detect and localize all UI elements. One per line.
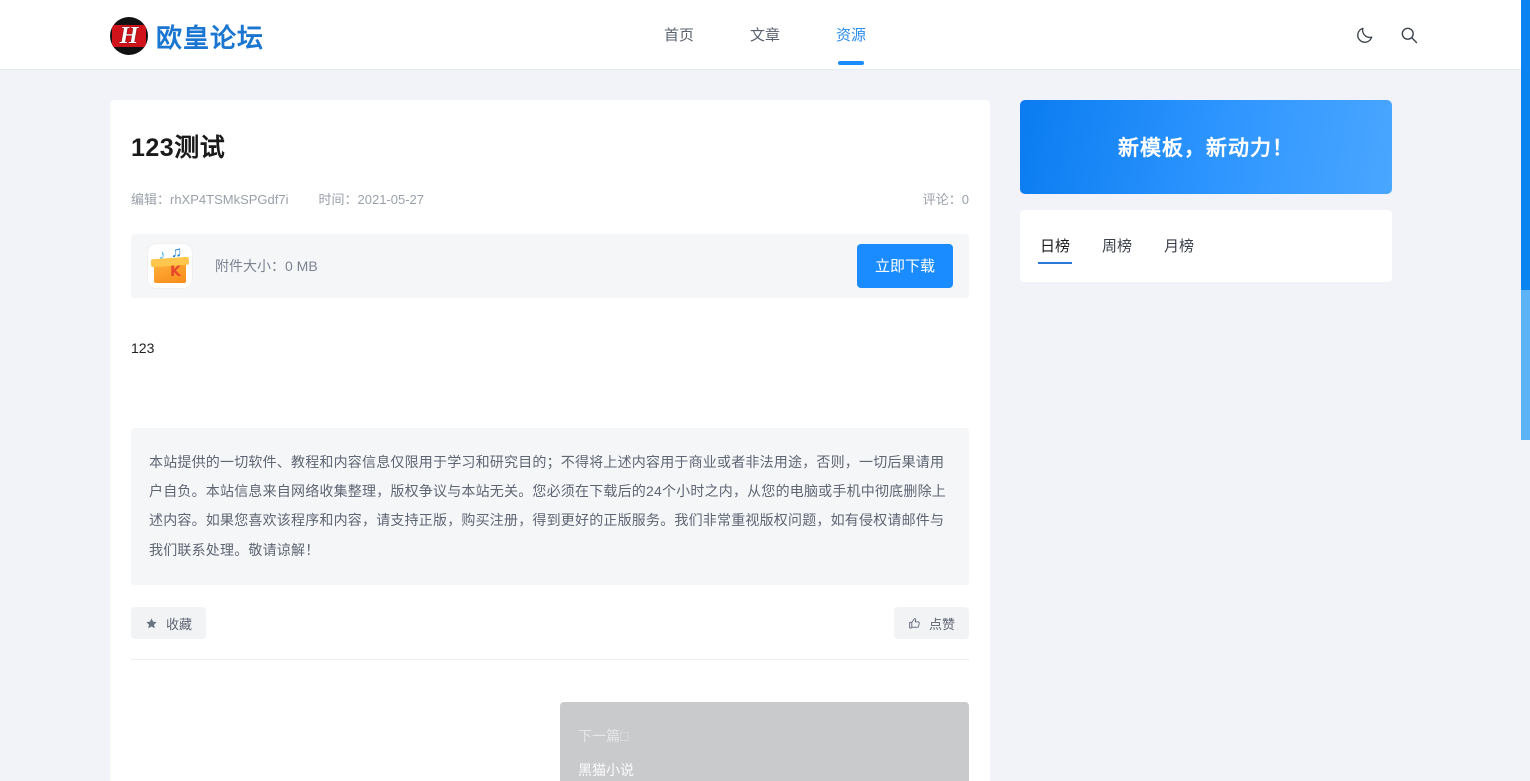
- page-root: H 欧皇论坛 首页 文章 资源: [0, 0, 1530, 781]
- next-post-card[interactable]: 下一篇□ 黑猫小说: [560, 702, 969, 781]
- page-container: 123测试 编辑：rhXP4TSMkSPGdf7i 时间：2021-05-27 …: [0, 70, 1530, 781]
- tab-daily-ranking[interactable]: 日榜: [1038, 215, 1072, 278]
- article-meta: 编辑：rhXP4TSMkSPGdf7i 时间：2021-05-27 评论：0: [131, 189, 969, 208]
- article-content: 123: [131, 336, 969, 396]
- moon-icon[interactable]: [1354, 24, 1376, 46]
- promo-banner[interactable]: 新模板，新动力！: [1020, 100, 1392, 194]
- nav-item-articles[interactable]: 文章: [742, 4, 788, 67]
- article-card: 123测试 编辑：rhXP4TSMkSPGdf7i 时间：2021-05-27 …: [110, 100, 990, 781]
- article-meta-left: 编辑：rhXP4TSMkSPGdf7i 时间：2021-05-27: [131, 189, 424, 208]
- page-scrollbar[interactable]: [1521, 0, 1530, 781]
- article-actions: 收藏 点赞: [131, 607, 969, 660]
- thumbs-up-icon: [908, 617, 921, 630]
- file-icon-letter: K: [170, 265, 181, 279]
- tab-weekly-ranking[interactable]: 周榜: [1100, 215, 1134, 278]
- prev-post-placeholder: [131, 702, 540, 781]
- nav-item-resources[interactable]: 资源: [828, 4, 874, 67]
- site-header: H 欧皇论坛 首页 文章 资源: [0, 0, 1530, 70]
- like-label: 点赞: [929, 614, 955, 633]
- like-button[interactable]: 点赞: [894, 607, 969, 639]
- scrollbar-track-bottom: [1521, 440, 1530, 781]
- favorite-button[interactable]: 收藏: [131, 607, 206, 639]
- attachment-size-label: 附件大小：0 MB: [215, 256, 318, 276]
- page-title: 123测试: [131, 132, 969, 165]
- meta-time: 时间：2021-05-27: [319, 189, 425, 208]
- star-icon: [145, 617, 158, 630]
- meta-editor: 编辑：rhXP4TSMkSPGdf7i: [131, 189, 289, 208]
- post-navigation: 下一篇□ 黑猫小说: [131, 702, 969, 781]
- main-nav: 首页 文章 资源: [0, 0, 1530, 70]
- tab-monthly-ranking[interactable]: 月榜: [1162, 215, 1196, 278]
- logo-mark-letter: H: [120, 24, 139, 48]
- music-box-file-icon: ♪ ♫ K: [147, 243, 193, 289]
- download-box: ♪ ♫ K 附件大小：0 MB 立即下载: [131, 234, 969, 298]
- ranking-card: 日榜 周榜 月榜: [1020, 210, 1392, 282]
- next-post-label: 下一篇□: [578, 720, 951, 754]
- scrollbar-thumb[interactable]: [1521, 0, 1530, 290]
- header-actions: [1354, 0, 1420, 70]
- favorite-label: 收藏: [166, 614, 192, 633]
- download-button[interactable]: 立即下载: [857, 244, 953, 288]
- sidebar: 新模板，新动力！ 日榜 周榜 月榜: [1020, 100, 1392, 282]
- disclaimer-text: 本站提供的一切软件、教程和内容信息仅限用于学习和研究目的；不得将上述内容用于商业…: [131, 428, 969, 586]
- search-icon[interactable]: [1398, 24, 1420, 46]
- meta-comment-count: 评论：0: [923, 189, 969, 208]
- nav-item-home[interactable]: 首页: [656, 4, 702, 67]
- next-post-title: 黑猫小说: [578, 754, 951, 781]
- main-column: 123测试 编辑：rhXP4TSMkSPGdf7i 时间：2021-05-27 …: [110, 100, 990, 781]
